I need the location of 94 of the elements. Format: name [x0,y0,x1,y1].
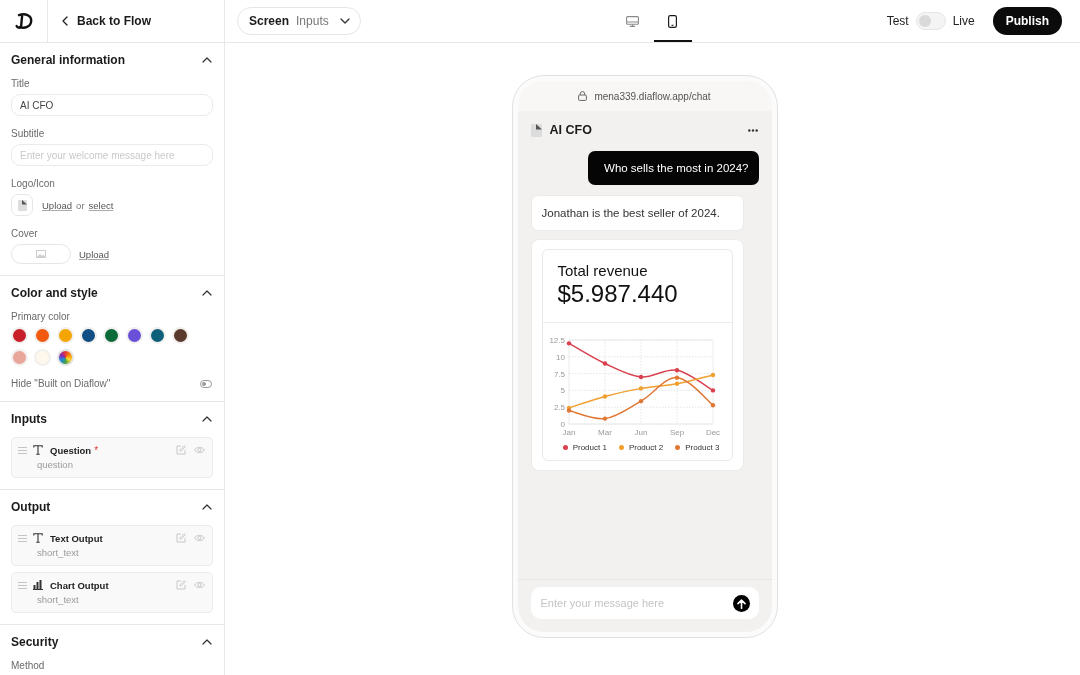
chevron-down-icon [339,18,350,24]
phone-icon [668,14,677,28]
field-label: Primary color [11,311,70,323]
document-icon [530,123,542,137]
y-axis-label: 2.5 [553,403,565,413]
color-swatch[interactable] [126,327,143,344]
back-button[interactable]: Back to Flow [60,12,153,30]
y-axis-label: 12.5 [548,336,565,345]
publish-button[interactable]: Publish [992,7,1062,35]
required-mark: * [94,444,99,456]
y-axis-label: 5 [560,386,565,396]
text-type-icon [33,533,43,543]
field-card[interactable]: Question * question [11,437,213,478]
color-swatch[interactable] [80,327,97,344]
color-swatch[interactable] [11,349,28,366]
field-label: Cover [11,228,38,240]
card-title: Total revenue [557,262,649,280]
x-axis-label: Jun [634,428,647,437]
field-name: Text Output [50,532,103,544]
variable-name: short_text [36,593,80,607]
lock-icon [578,91,588,101]
image-icon [36,250,46,258]
color-swatch[interactable] [34,327,51,344]
section-heading: General information [11,53,126,67]
upload-link[interactable]: Upload [42,199,73,211]
user-message: Who sells the most in 2024? [588,151,759,185]
x-axis-label: Mar [597,428,612,437]
section-heading: Security [11,635,59,649]
chevron-up-icon[interactable] [202,639,212,645]
field-name: Chart Output [50,579,109,591]
text-type-icon [33,445,43,455]
mode-toggle[interactable] [915,12,946,30]
field-label: Subtitle [11,128,45,140]
hide-branding-label: Hide "Built on Diaflow" [11,378,111,390]
color-swatch[interactable] [11,327,28,344]
color-wheel-swatch[interactable] [57,349,74,366]
test-label: Test [886,14,909,28]
upload-link[interactable]: Upload [79,248,110,260]
arrow-up-icon [736,598,746,609]
legend-label: Product 2 [628,443,664,452]
field-label: Logo/Icon [11,178,55,190]
eye-icon[interactable] [194,534,205,542]
document-icon [17,199,27,211]
x-axis-label: Dec [705,428,720,437]
color-swatch[interactable] [103,327,120,344]
edit-icon[interactable] [176,445,186,455]
legend-label: Product 1 [572,443,607,452]
chevron-up-icon[interactable] [202,504,212,510]
chevron-up-icon[interactable] [202,416,212,422]
drag-handle-icon[interactable] [18,534,27,542]
chevron-left-icon [62,16,68,26]
eye-icon[interactable] [194,581,205,589]
color-swatch[interactable] [57,327,74,344]
x-axis-label: Jan [562,428,575,437]
field-card[interactable]: Chart Output short_text [11,572,213,613]
x-axis-label: Sep [669,428,684,437]
more-icon[interactable] [747,128,758,132]
drag-handle-icon[interactable] [18,581,27,589]
y-axis-label: 0 [560,420,565,429]
edit-icon[interactable] [176,533,186,543]
color-swatch[interactable] [149,327,166,344]
screen-dropdown[interactable]: Screen Inputs [237,7,361,35]
field-label: Title [11,78,30,90]
section-heading: Output [11,500,51,514]
legend-label: Product 3 [685,443,720,452]
bar-chart-icon [33,580,43,590]
drag-handle-icon[interactable] [18,446,27,454]
toggle-switch[interactable] [200,380,212,388]
y-axis-label: 7.5 [553,369,565,379]
revenue-value: $5.987.440 [557,280,679,308]
live-label: Live [952,14,975,28]
y-axis-label: 10 [555,352,565,362]
chevron-up-icon[interactable] [202,57,212,63]
section-heading: Inputs [11,412,47,426]
logo-upload-box[interactable] [11,194,33,216]
logo-icon [14,12,33,30]
variable-name: question [36,458,74,472]
color-swatch[interactable] [172,327,189,344]
title-input[interactable]: AI CFO [11,94,213,116]
url-text: mena339.diaflow.app/chat [594,90,711,102]
bot-message: Jonathan is the best seller of 2024. [530,195,744,231]
field-card[interactable]: Text Output short_text [11,525,213,566]
variable-name: short_text [36,546,80,560]
select-link[interactable]: select [88,199,114,211]
bot-name: AI CFO [549,123,592,137]
message-input[interactable]: Enter your message here [530,587,759,619]
field-label: Method [11,660,45,672]
or-text: or [76,199,85,211]
edit-icon[interactable] [176,580,186,590]
monitor-icon [626,15,639,27]
eye-icon[interactable] [194,446,205,454]
chevron-up-icon[interactable] [202,290,212,296]
field-name: Question [50,444,92,456]
section-heading: Color and style [11,286,98,300]
